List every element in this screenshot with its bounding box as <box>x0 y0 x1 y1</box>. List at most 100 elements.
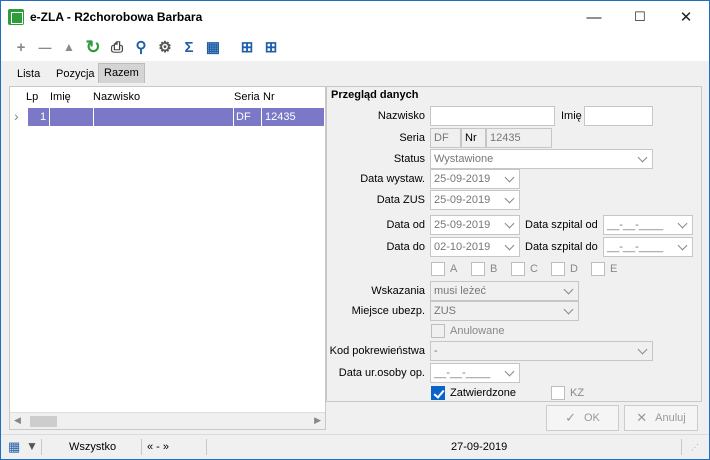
miejsce-select[interactable]: ZUS <box>430 301 579 321</box>
nazwisko-field[interactable] <box>430 106 555 126</box>
print-icon[interactable]: ⎙ <box>107 37 127 57</box>
kz-checkbox[interactable] <box>551 386 565 400</box>
data-wystaw-value: 25-09-2019 <box>434 173 491 185</box>
divider <box>681 439 682 455</box>
tab-razem[interactable]: Razem <box>98 63 145 83</box>
checkbox-c[interactable] <box>511 262 525 276</box>
data-ur-field[interactable]: __-__-____ <box>430 363 520 383</box>
data-preview-panel: Przegląd danych Nazwisko Imię Seria DF N… <box>326 86 702 402</box>
settings-icon[interactable]: ⚙ <box>155 37 175 57</box>
columns-icon[interactable]: ▦ <box>203 37 223 57</box>
data-do-field[interactable]: 02-10-2019 <box>430 237 520 257</box>
row-selection: 1 DF 12435 <box>28 108 324 126</box>
refresh-icon[interactable]: ↻ <box>83 37 103 57</box>
column-header-lp[interactable]: Lp <box>26 91 38 103</box>
tool-copy-icon[interactable]: ⊞ <box>261 37 281 57</box>
check-icon: ✓ <box>565 410 576 425</box>
data-od-value: 25-09-2019 <box>434 219 491 231</box>
sum-icon[interactable]: Σ <box>179 37 199 57</box>
data-zus-label: Data ZUS <box>376 194 425 206</box>
grid-view-icon[interactable]: ▦ <box>8 439 20 455</box>
nav-status[interactable]: « - » <box>147 441 169 453</box>
scroll-left-icon[interactable]: ◀ <box>14 415 21 426</box>
checkbox-e[interactable] <box>591 262 605 276</box>
kod-pokrewienstwa-value: - <box>434 345 438 357</box>
checkbox-c-label: C <box>530 263 538 275</box>
miejsce-value: ZUS <box>434 305 456 317</box>
table-row[interactable]: › 1 DF 12435 <box>10 108 325 126</box>
minimize-button[interactable]: — <box>571 1 617 33</box>
anulowane-checkbox[interactable] <box>431 324 445 338</box>
scroll-thumb[interactable] <box>30 416 57 427</box>
chevron-down-icon <box>504 173 516 185</box>
chevron-down-icon <box>504 367 516 379</box>
tab-lista[interactable]: Lista <box>12 65 45 83</box>
checkbox-e-label: E <box>610 263 618 275</box>
chevron-down-icon <box>677 241 689 253</box>
records-grid[interactable]: Lp Imię Nazwisko Seria Nr › 1 DF 12435 ◀… <box>9 86 326 430</box>
app-window: e-ZLA - R2chorobowa Barbara — ☐ ✕ + — ▲ … <box>0 0 710 460</box>
search-icon[interactable]: ⚲ <box>131 37 151 57</box>
kz-label: KZ <box>570 387 585 399</box>
app-icon <box>8 9 24 25</box>
column-header-nazwisko[interactable]: Nazwisko <box>93 91 140 103</box>
kod-pokrewienstwa-label: Kod pokrewieństwa <box>329 345 425 357</box>
filter-icon[interactable]: ▲ <box>59 37 79 57</box>
data-wystaw-field[interactable]: 25-09-2019 <box>430 169 520 189</box>
window-title: e-ZLA - R2chorobowa Barbara <box>30 10 203 24</box>
szpital-do-value: __-__-____ <box>607 241 664 253</box>
tool-add-icon[interactable]: ⊞ <box>237 37 257 57</box>
szpital-do-label: Data szpital do <box>525 241 598 253</box>
divider <box>141 439 142 455</box>
resize-grip-icon[interactable]: ⋰ <box>691 443 699 452</box>
ok-button-label: OK <box>584 412 600 424</box>
anulowane-label: Anulowane <box>450 325 505 337</box>
zatwierdzone-checkbox[interactable] <box>431 386 445 400</box>
nr-field[interactable]: 12435 <box>486 128 552 148</box>
close-icon: ✕ <box>636 410 648 425</box>
kod-pokrewienstwa-select[interactable]: - <box>430 341 653 361</box>
status-value: Wystawione <box>434 153 494 165</box>
imie-label: Imię <box>561 110 582 122</box>
scroll-right-icon[interactable]: ▶ <box>314 415 321 426</box>
filter-funnel-icon[interactable]: ▼ <box>26 439 38 453</box>
szpital-do-field[interactable]: __-__-____ <box>603 237 693 257</box>
column-header-nr[interactable]: Nr <box>263 91 275 103</box>
chevron-down-icon <box>677 219 689 231</box>
ok-button[interactable]: ✓ OK <box>546 405 619 431</box>
cell-divider <box>233 108 234 126</box>
data-zus-field[interactable]: 25-09-2019 <box>430 190 520 210</box>
toolbar: + — ▲ ↻ ⎙ ⚲ ⚙ Σ ▦ ⊞ ⊞ <box>1 33 709 61</box>
wskazania-select[interactable]: musi leżeć <box>430 281 579 301</box>
maximize-button[interactable]: ☐ <box>617 1 663 33</box>
chevron-down-icon <box>504 194 516 206</box>
cell-lp: 1 <box>40 111 47 123</box>
data-od-field[interactable]: 25-09-2019 <box>430 215 520 235</box>
data-do-label: Data do <box>386 241 425 253</box>
cell-divider <box>261 108 262 126</box>
filter-status[interactable]: Wszystko <box>69 441 116 453</box>
imie-field[interactable] <box>584 106 653 126</box>
cell-nr: 12435 <box>265 111 296 123</box>
data-wystaw-label: Data wystaw. <box>360 173 425 185</box>
checkbox-d-label: D <box>570 263 578 275</box>
tab-pozycja[interactable]: Pozycja <box>51 65 100 83</box>
chevron-down-icon <box>563 305 575 317</box>
content-area: Lp Imię Nazwisko Seria Nr › 1 DF 12435 ◀… <box>7 83 703 433</box>
add-icon[interactable]: + <box>11 37 31 57</box>
seria-field[interactable]: DF <box>430 128 461 148</box>
remove-icon[interactable]: — <box>35 37 55 57</box>
miejsce-label: Miejsce ubezp. <box>351 305 425 317</box>
checkbox-a[interactable] <box>431 262 445 276</box>
checkbox-b-label: B <box>490 263 498 275</box>
status-select[interactable]: Wystawione <box>430 149 653 169</box>
checkbox-d[interactable] <box>551 262 565 276</box>
column-header-imie[interactable]: Imię <box>50 91 71 103</box>
column-header-seria[interactable]: Seria <box>234 91 260 103</box>
checkbox-b[interactable] <box>471 262 485 276</box>
title-bar: e-ZLA - R2chorobowa Barbara — ☐ ✕ <box>1 1 709 33</box>
close-button[interactable]: ✕ <box>663 1 709 33</box>
szpital-od-field[interactable]: __-__-____ <box>603 215 693 235</box>
horizontal-scrollbar[interactable]: ◀ ▶ <box>10 412 325 429</box>
cancel-button[interactable]: ✕ Anuluj <box>624 405 698 431</box>
